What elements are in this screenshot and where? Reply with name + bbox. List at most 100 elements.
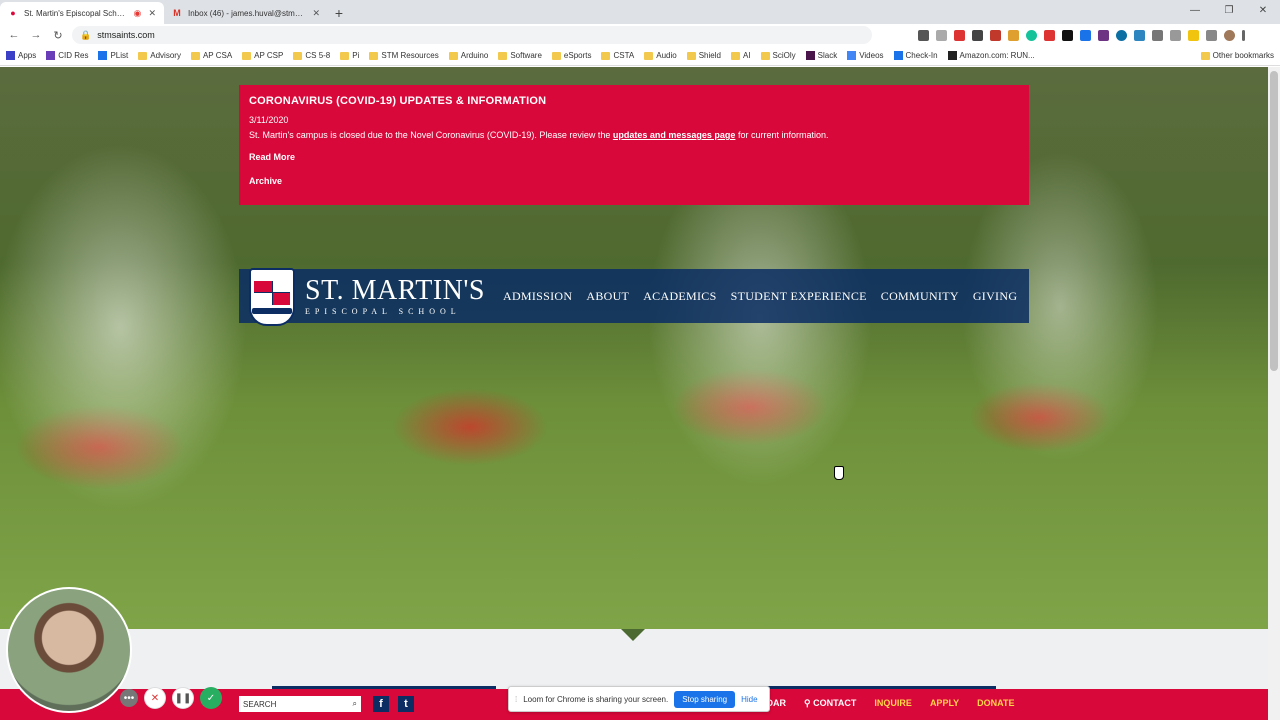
footer-donate-link[interactable]: DONATE — [977, 698, 1014, 709]
bookmark-folder[interactable]: Advisory — [138, 51, 181, 60]
folder-icon — [190, 51, 200, 60]
extension-icon[interactable] — [1116, 29, 1127, 41]
camera-icon[interactable] — [918, 29, 929, 41]
read-more-link[interactable]: Read More — [249, 152, 1019, 162]
bookmark-folder[interactable]: Pi — [340, 51, 359, 60]
bookmark-plist[interactable]: PList — [98, 51, 128, 60]
pause-icon[interactable]: ❚❚ — [172, 687, 194, 709]
close-window-icon[interactable]: ✕ — [1246, 0, 1280, 22]
nav-about[interactable]: ABOUT — [586, 289, 629, 304]
bookmark-folder[interactable]: Arduino — [448, 51, 488, 60]
search-input[interactable]: SEARCH ⌕ — [239, 696, 361, 712]
twitter-icon[interactable]: t — [398, 696, 414, 712]
alert-message: St. Martin's campus is closed due to the… — [249, 130, 829, 140]
url-input[interactable]: 🔒 stmsaints.com — [72, 26, 872, 44]
new-tab-button[interactable]: + — [328, 2, 350, 24]
amazon-icon — [947, 51, 957, 60]
social-links: f t — [373, 696, 414, 712]
other-bookmarks[interactable]: Other bookmarks — [1200, 51, 1274, 60]
cancel-recording-icon[interactable]: ✕ — [144, 687, 166, 709]
bookmark-folder[interactable]: Software — [498, 51, 542, 60]
recording-icon: ◉ — [133, 7, 142, 18]
alert-date: 3/11/2020 — [249, 115, 289, 125]
tab-stmartins[interactable]: ● St. Martin's Episcopal Scho... ◉ ✕ — [0, 2, 164, 24]
forward-icon[interactable]: → — [28, 29, 44, 41]
bookmark-apps[interactable]: Apps — [6, 51, 36, 60]
nav-student-experience[interactable]: STUDENT EXPERIENCE — [731, 289, 867, 304]
brand-subtitle: EPISCOPAL SCHOOL — [305, 306, 461, 316]
bookmark-folder[interactable]: AP CSP — [242, 51, 283, 60]
facebook-icon[interactable]: f — [373, 696, 389, 712]
bookmark-folder[interactable]: SciOly — [760, 51, 796, 60]
back-icon[interactable]: ← — [6, 29, 22, 41]
cloud-icon[interactable] — [972, 29, 983, 41]
bookmark-amazon[interactable]: Amazon.com: RUN... — [947, 51, 1035, 60]
nav-academics[interactable]: ACADEMICS — [643, 289, 716, 304]
drag-handle-icon[interactable]: ⁞ — [515, 695, 517, 704]
bookmark-check-in[interactable]: Check-In — [893, 51, 938, 60]
bookmark-cid-res[interactable]: CID Res — [46, 51, 88, 60]
covid-alert: CORONAVIRUS (COVID-19) UPDATES & INFORMA… — [239, 85, 1029, 205]
extension-icon[interactable] — [1008, 29, 1019, 41]
close-icon[interactable]: ✕ — [312, 8, 320, 19]
bookmark-folder[interactable]: AI — [730, 51, 751, 60]
footer-apply-link[interactable]: APPLY — [930, 698, 959, 709]
bookmark-folder[interactable]: eSports — [551, 51, 591, 60]
bookmark-slack[interactable]: Slack — [805, 51, 837, 60]
avatar[interactable] — [1224, 29, 1235, 41]
finish-recording-icon[interactable]: ✓ — [200, 687, 222, 709]
extension-icon[interactable] — [1044, 29, 1055, 41]
footer-contact-link[interactable]: ⚲ CONTACT — [804, 698, 856, 709]
bookmark-folder[interactable]: Audio — [644, 51, 677, 60]
updates-link[interactable]: updates and messages page — [613, 130, 736, 140]
bookmark-folder[interactable]: STM Resources — [369, 51, 439, 60]
page-scrollbar[interactable] — [1268, 67, 1280, 720]
search-icon[interactable]: ⌕ — [353, 699, 357, 709]
close-icon[interactable]: ✕ — [148, 8, 156, 19]
folder-icon — [760, 51, 770, 60]
thumbs-up-icon[interactable] — [1188, 29, 1199, 41]
grammarly-icon[interactable] — [1026, 29, 1037, 41]
minimize-icon[interactable]: — — [1178, 0, 1212, 22]
play-icon[interactable] — [1062, 29, 1073, 41]
nav-admission[interactable]: ADMISSION — [503, 289, 572, 304]
scrollbar-thumb[interactable] — [1270, 71, 1278, 371]
extension-icon[interactable] — [1206, 29, 1217, 41]
bookmark-folder[interactable]: AP CSA — [190, 51, 232, 60]
tab-title: Inbox (46) - james.huval@stmsai... — [188, 8, 307, 18]
extension-icon[interactable] — [1098, 29, 1109, 41]
folder-icon — [644, 51, 654, 60]
nav-giving[interactable]: GIVING — [973, 289, 1017, 304]
archive-link[interactable]: Archive — [249, 176, 1019, 186]
url-text: stmsaints.com — [97, 30, 155, 40]
bookmark-folder[interactable]: CSTA — [601, 51, 634, 60]
bookmark-videos[interactable]: Videos — [847, 51, 884, 60]
extension-icon[interactable] — [1134, 29, 1145, 41]
stop-sharing-button[interactable]: Stop sharing — [674, 690, 736, 708]
brand-wordmark[interactable]: ST. MARTIN'S EPISCOPAL SCHOOL — [305, 276, 485, 316]
tab-gmail[interactable]: M Inbox (46) - james.huval@stmsai... ✕ — [164, 2, 328, 24]
tab-bar: ● St. Martin's Episcopal Scho... ◉ ✕ M I… — [0, 0, 1280, 24]
gmail-icon: M — [173, 8, 181, 18]
nav-community[interactable]: COMMUNITY — [881, 289, 959, 304]
maximize-icon[interactable]: ❐ — [1212, 0, 1246, 22]
hide-button[interactable]: Hide — [741, 695, 757, 704]
star-icon[interactable] — [936, 29, 947, 41]
tab-title: St. Martin's Episcopal Scho... — [24, 8, 127, 18]
footer-inquire-link[interactable]: INQUIRE — [874, 698, 912, 709]
extension-icon[interactable] — [1152, 29, 1163, 41]
bookmark-folder[interactable]: Shield — [686, 51, 721, 60]
main-navbar: ST. MARTIN'S EPISCOPAL SCHOOL ADMISSION … — [239, 268, 1029, 326]
webcam-bubble[interactable] — [6, 587, 132, 713]
extension-icon[interactable] — [990, 29, 1001, 41]
pen-icon[interactable] — [954, 29, 965, 41]
extension-icon[interactable] — [1080, 29, 1091, 41]
slack-icon — [805, 51, 815, 60]
school-crest-logo[interactable] — [249, 268, 295, 326]
bookmark-folder[interactable]: CS 5-8 — [293, 51, 330, 60]
reload-icon[interactable]: ↻ — [50, 29, 66, 42]
menu-icon[interactable] — [1242, 29, 1245, 41]
folder-icon — [551, 51, 561, 60]
extension-icon[interactable] — [1170, 29, 1181, 41]
more-icon[interactable]: ••• — [120, 689, 138, 707]
